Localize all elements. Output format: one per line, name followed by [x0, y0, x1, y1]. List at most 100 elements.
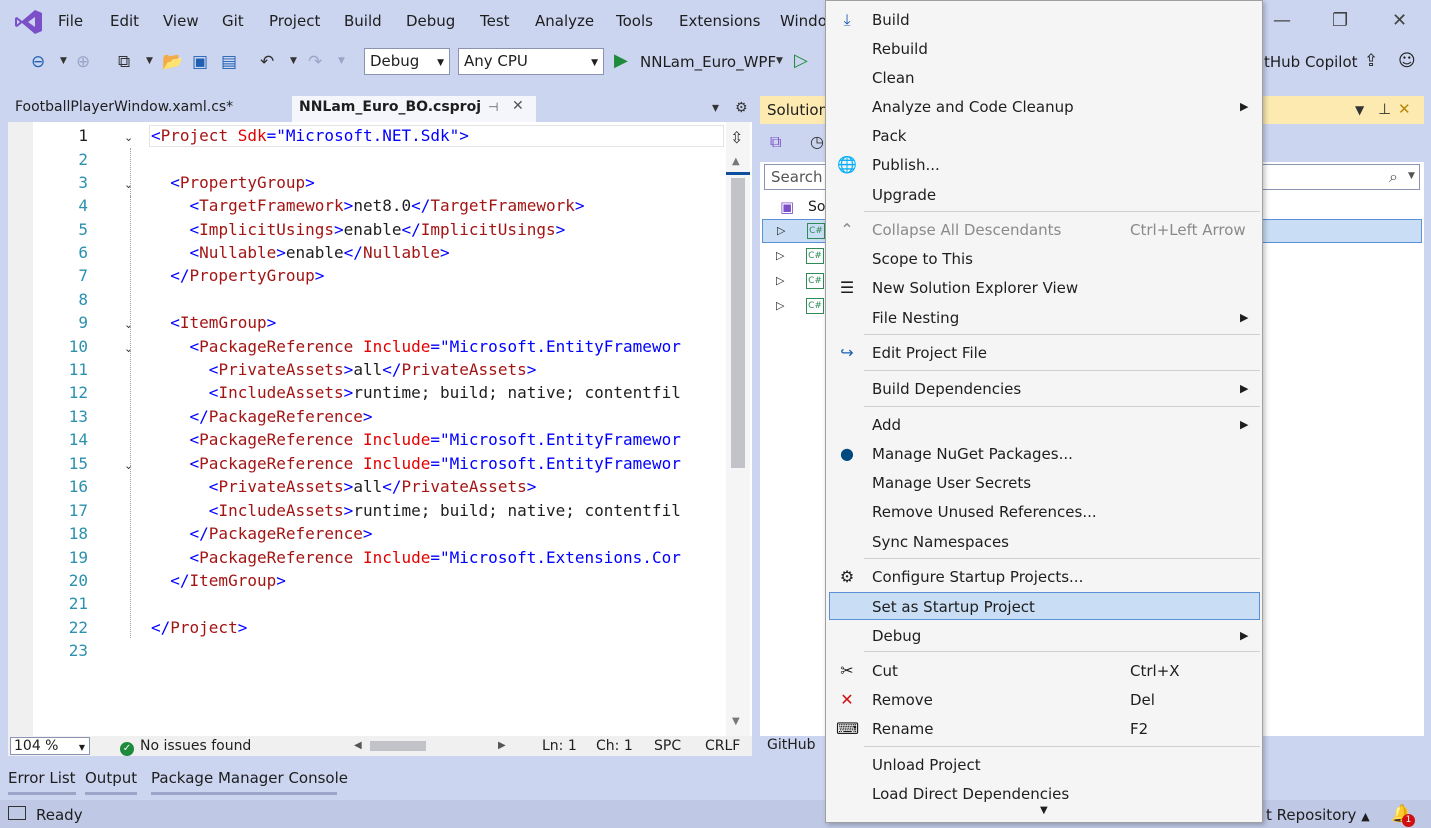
menu-item-remove[interactable]: ✕ Remove Del: [830, 686, 1258, 714]
menu-item-load-direct-dependencies[interactable]: Load Direct Dependencies: [830, 780, 1258, 808]
expand-icon[interactable]: ▷: [776, 299, 784, 312]
scroll-down-icon[interactable]: ▼: [732, 716, 740, 727]
menu-item-debug[interactable]: Debug ▶: [830, 622, 1258, 650]
close-tab-icon[interactable]: ✕: [512, 98, 524, 114]
forward-icon[interactable]: ⊕: [76, 52, 90, 72]
scroll-right-icon[interactable]: ▶: [498, 740, 506, 751]
menu-analyze[interactable]: Analyze: [535, 12, 594, 30]
menu-item-manage-user-secrets[interactable]: Manage User Secrets: [830, 469, 1258, 497]
tab-list-dropdown-icon[interactable]: ▾: [712, 100, 719, 116]
tab-output[interactable]: Output: [85, 769, 137, 787]
menu-item-build-dependencies[interactable]: Build Dependencies ▶: [830, 375, 1258, 403]
menu-item-cut[interactable]: ✂ Cut Ctrl+X: [830, 657, 1258, 685]
whitespace-indicator[interactable]: SPC: [654, 738, 681, 754]
menu-item-clean[interactable]: Clean: [830, 64, 1258, 92]
tab-football-player-window[interactable]: FootballPlayerWindow.xaml.cs*: [8, 96, 288, 122]
menu-item-new-solution-explorer-view[interactable]: ☰ New Solution Explorer View: [830, 274, 1258, 302]
switch-views-icon[interactable]: ⧉: [770, 132, 781, 152]
back-dropdown-icon[interactable]: ▼: [60, 56, 67, 66]
search-options-icon[interactable]: ▼: [1408, 171, 1415, 181]
horizontal-scroll-thumb[interactable]: [370, 741, 426, 751]
column-indicator[interactable]: Ch: 1: [596, 738, 633, 754]
github-tab[interactable]: GitHub: [760, 736, 830, 756]
menu-item-rename[interactable]: ⌨ Rename F2: [830, 715, 1258, 743]
feedback-icon[interactable]: ☺: [1398, 51, 1416, 71]
expand-icon[interactable]: ▷: [776, 249, 784, 262]
open-folder-icon[interactable]: 📂: [162, 52, 183, 72]
window-options-icon[interactable]: ▼: [1355, 103, 1364, 117]
menu-item-manage-nuget-packages[interactable]: ● Manage NuGet Packages...: [830, 440, 1258, 468]
fold-toggle-icon[interactable]: ⌄: [124, 318, 133, 331]
zoom-select[interactable]: 104 % ▼: [10, 737, 90, 755]
menu-tools[interactable]: Tools: [616, 12, 653, 30]
menu-item-rebuild[interactable]: Rebuild: [830, 35, 1258, 63]
editor-vertical-scrollbar[interactable]: ⇳ ▲ ▼: [726, 122, 750, 736]
menu-test[interactable]: Test: [480, 12, 510, 30]
menu-item-add[interactable]: Add ▶: [830, 411, 1258, 439]
fold-toggle-icon[interactable]: ⌄: [124, 178, 133, 191]
start-without-debug-icon[interactable]: ▷: [794, 50, 808, 71]
back-icon[interactable]: ⊖: [31, 52, 45, 72]
tab-csproj[interactable]: NNLam_Euro_BO.csproj ⊣ ✕: [292, 96, 536, 122]
fold-toggle-icon[interactable]: ⌄: [124, 131, 133, 144]
menu-build[interactable]: Build: [344, 12, 382, 30]
scroll-left-icon[interactable]: ◀: [354, 740, 362, 751]
issues-indicator[interactable]: ✓ No issues found: [120, 738, 251, 756]
search-icon[interactable]: ⌕: [1389, 167, 1398, 187]
redo-icon[interactable]: ↷: [308, 52, 322, 72]
scroll-thumb[interactable]: [731, 178, 745, 468]
undo-dropdown-icon[interactable]: ▼: [290, 56, 297, 66]
platform-select[interactable]: Any CPU ▼: [458, 48, 604, 75]
menu-item-build[interactable]: ⤓ Build: [830, 6, 1258, 34]
share-icon[interactable]: ⇪: [1364, 51, 1378, 71]
save-icon[interactable]: ▣: [192, 52, 208, 72]
menu-extensions[interactable]: Extensions: [679, 12, 760, 30]
menu-item-edit-project-file[interactable]: ↪ Edit Project File: [830, 339, 1258, 367]
tab-error-list[interactable]: Error List: [8, 769, 76, 787]
menu-item-file-nesting[interactable]: File Nesting ▶: [830, 304, 1258, 332]
menu-debug[interactable]: Debug: [406, 12, 455, 30]
menu-edit[interactable]: Edit: [110, 12, 139, 30]
menu-item-publish[interactable]: 🌐 Publish...: [830, 151, 1258, 179]
pin-icon[interactable]: ⊣: [488, 100, 498, 114]
save-all-icon[interactable]: ▤: [221, 52, 237, 72]
start-project-label[interactable]: NNLam_Euro_WPF: [640, 53, 776, 71]
menu-item-remove-unused-references[interactable]: Remove Unused References...: [830, 498, 1258, 526]
menu-file[interactable]: File: [58, 12, 83, 30]
menu-item-pack[interactable]: Pack: [830, 122, 1258, 150]
undo-icon[interactable]: ↶: [260, 52, 274, 72]
new-item-icon[interactable]: ⧉: [118, 52, 130, 72]
start-dropdown-icon[interactable]: ▼: [776, 56, 783, 66]
line-ending-indicator[interactable]: CRLF: [705, 738, 740, 754]
minimize-icon[interactable]: —: [1273, 10, 1291, 31]
close-window-icon[interactable]: ✕: [1392, 10, 1407, 31]
menu-item-upgrade[interactable]: Upgrade: [830, 181, 1258, 209]
gear-icon[interactable]: ⚙: [735, 100, 748, 116]
new-item-dropdown-icon[interactable]: ▼: [146, 56, 153, 66]
expand-icon[interactable]: ▷: [776, 274, 784, 287]
visual-studio-logo-icon[interactable]: [14, 8, 44, 36]
github-copilot-button[interactable]: tHub Copilot: [1264, 53, 1358, 71]
redo-dropdown-icon[interactable]: ▼: [338, 56, 345, 66]
history-icon[interactable]: ◷: [810, 132, 824, 151]
line-indicator[interactable]: Ln: 1: [542, 738, 577, 754]
menu-view[interactable]: View: [163, 12, 199, 30]
add-to-source-control[interactable]: t Repository ▲: [1266, 806, 1370, 824]
configuration-select[interactable]: Debug ▼: [364, 48, 450, 75]
expand-icon[interactable]: ▷: [777, 224, 785, 237]
more-items-chevron-icon[interactable]: ▼: [1040, 805, 1048, 816]
tab-package-manager-console[interactable]: Package Manager Console: [151, 769, 348, 787]
output-window-icon[interactable]: [8, 806, 26, 820]
start-debug-icon[interactable]: ▶: [614, 50, 628, 71]
menu-item-set-as-startup-project[interactable]: Set as Startup Project: [829, 592, 1260, 620]
fold-toggle-icon[interactable]: ⌄: [124, 459, 133, 472]
restore-icon[interactable]: ❐: [1332, 10, 1348, 31]
menu-item-unload-project[interactable]: Unload Project: [830, 751, 1258, 779]
fold-toggle-icon[interactable]: ⌄: [124, 342, 133, 355]
close-panel-icon[interactable]: ✕: [1398, 100, 1411, 118]
menu-item-configure-startup-projects[interactable]: ⚙ Configure Startup Projects...: [830, 563, 1258, 591]
split-editor-icon[interactable]: ⇳: [730, 128, 743, 147]
menu-window[interactable]: Windo: [780, 12, 827, 30]
menu-project[interactable]: Project: [269, 12, 320, 30]
menu-item-sync-namespaces[interactable]: Sync Namespaces: [830, 528, 1258, 556]
